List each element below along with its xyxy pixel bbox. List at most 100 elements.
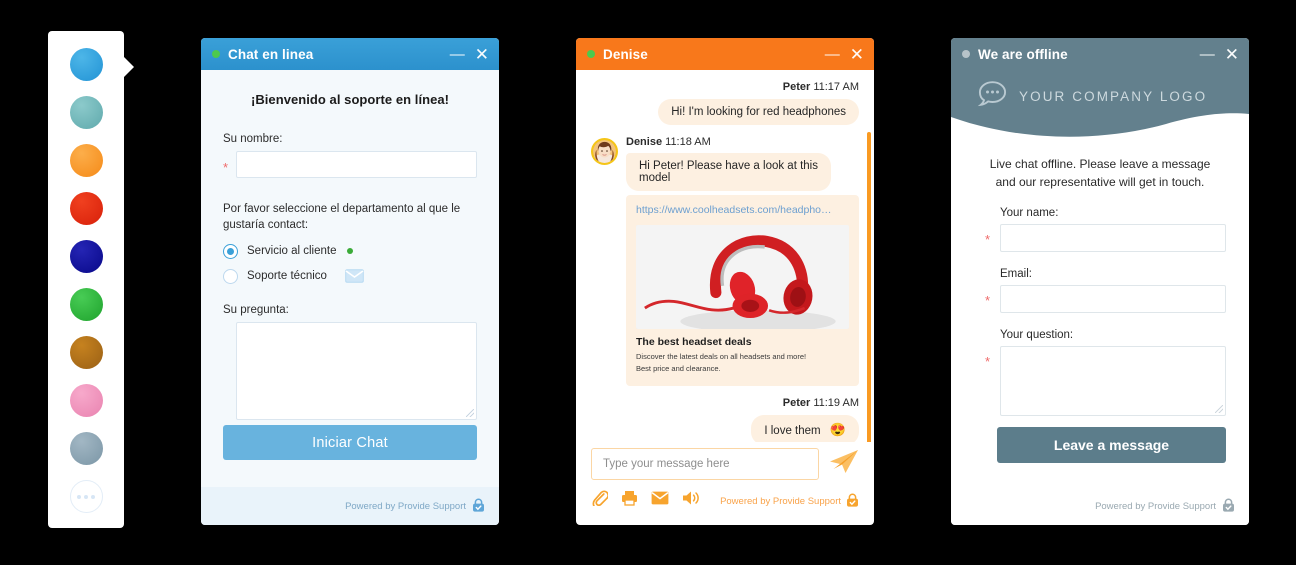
message-bubble: I love them 😍 [751,414,859,442]
question-textarea[interactable] [1000,346,1226,416]
send-paper-plane-icon[interactable] [829,449,859,480]
radio-button[interactable] [223,268,238,284]
prechat-body: ¡Bienvenido al soporte en línea! Su nomb… [201,70,499,487]
question-label: Your question: [1000,329,1074,341]
offline-intro-line2: and our representative will get in touch… [995,175,1205,189]
swatch-brown[interactable] [69,336,103,369]
dot-icon [84,494,88,499]
dot-icon [77,494,81,499]
radio-button-selected[interactable] [223,243,238,259]
message-meta: Denise 11:18 AM [626,136,859,148]
minimize-button[interactable]: — [450,47,465,62]
name-input[interactable] [236,151,477,178]
red-headphones-photo [636,225,849,329]
name-label: Your name: [1000,207,1059,219]
message-row: Peter 11:17 AM Hi! I'm looking for red h… [591,81,859,125]
department-label: Servicio al cliente [247,245,337,258]
department-prompt: Por favor seleccione el departamento al … [223,203,461,231]
message-meta: Peter 11:19 AM [591,397,859,409]
message-row: Denise 11:18 AM Hi Peter! Please have a … [591,136,859,386]
department-option-technical-support[interactable]: Soporte técnico [223,268,477,284]
email-input[interactable] [1000,285,1226,313]
name-label: Su nombre: [223,133,283,145]
swatch-pink[interactable] [69,384,103,417]
question-label: Su pregunta: [223,303,289,316]
swatch-green[interactable] [69,288,103,321]
offline-title: We are offline [978,46,1068,62]
heart-eyes-emoji-icon: 😍 [829,421,846,437]
email-field-row: * [974,285,1226,313]
compose-row: Type your message here [591,442,859,480]
offline-hero: YOUR COMPANY LOGO [951,70,1249,137]
message-bubble: Hi! I'm looking for red headphones [658,99,859,125]
minimize-button[interactable]: — [1200,47,1215,62]
message-text: I love them [764,424,821,437]
prechat-titlebar: Chat en linea — ✕ [201,38,499,70]
message-time: 11:17 AM [813,81,859,93]
status-dot-icon [962,50,970,58]
close-button[interactable]: ✕ [850,46,864,63]
question-field-row: * [974,346,1226,416]
swatch-blue[interactable] [69,48,103,81]
message-list[interactable]: Peter 11:17 AM Hi! I'm looking for red h… [576,70,874,442]
lock-icon [1222,498,1235,515]
prechat-window: Chat en linea — ✕ ¡Bienvenido al soporte… [201,38,499,525]
company-logo-text: YOUR COMPANY LOGO [1019,89,1208,104]
color-theme-palette[interactable] [48,31,134,528]
status-dot-icon [212,50,220,58]
required-asterisk: * [985,293,991,308]
swatch-slate[interactable] [69,432,103,465]
screenshot-stage: Chat en linea — ✕ ¡Bienvenido al soporte… [0,0,1296,565]
name-field-row: * [974,224,1226,252]
livechat-titlebar: Denise — ✕ [576,38,874,70]
message-input[interactable]: Type your message here [591,448,819,480]
avatar [591,138,618,165]
link-preview-card[interactable]: https://www.coolheadsets.com/headpho… Th… [626,195,859,386]
offline-body: Live chat offline. Please leave a messag… [951,137,1249,487]
prechat-title: Chat en linea [228,46,314,62]
required-asterisk: * [985,232,991,247]
email-label: Email: [1000,268,1032,280]
mail-icon [345,269,364,284]
department-label: Soporte técnico [247,270,327,283]
question-field-row: * [223,321,477,420]
email-icon[interactable] [651,491,669,510]
wave-divider-icon [951,113,1249,137]
welcome-heading: ¡Bienvenido al soporte en línea! [250,92,450,107]
start-chat-button[interactable]: Iniciar Chat [223,425,477,460]
livechat-footer: Powered by Provide Support [720,493,859,510]
close-button[interactable]: ✕ [475,46,489,63]
swatch-red[interactable] [69,192,103,225]
leave-message-button[interactable]: Leave a message [997,427,1226,463]
more-colors-button[interactable] [69,480,103,513]
print-icon[interactable] [621,490,638,511]
swatch-teal[interactable] [69,96,103,129]
required-asterisk: * [985,354,991,369]
swatch-orange[interactable] [69,144,103,177]
message-list-scrollbar[interactable] [867,132,871,442]
question-textarea[interactable] [236,321,477,420]
message-sender: Peter [782,81,811,93]
name-input[interactable] [1000,224,1226,252]
card-description-line1: Discover the latest deals on all headset… [636,352,807,361]
close-button[interactable]: ✕ [1225,46,1239,63]
sound-icon[interactable] [682,490,701,511]
attachment-icon[interactable] [591,489,610,511]
agent-message-column: Denise 11:18 AM Hi Peter! Please have a … [626,136,859,386]
online-dot-icon [347,248,354,255]
minimize-button[interactable]: — [825,47,840,62]
offline-footer: Powered by Provide Support [951,487,1249,525]
footer-text: Powered by Provide Support [345,500,466,512]
department-option-customer-service[interactable]: Servicio al cliente [223,243,477,259]
footer-text: Powered by Provide Support [1095,500,1216,512]
offline-intro-line1: Live chat offline. Please leave a messag… [989,157,1211,171]
lock-icon [846,493,859,510]
message-time: 11:19 AM [813,396,859,409]
message-meta: Peter 11:17 AM [591,81,859,93]
card-url-link[interactable]: https://www.coolheadsets.com/headpho… [636,204,849,216]
dot-icon [91,494,95,499]
compose-area: Type your message here Powered by Provid… [576,442,874,519]
swatch-navy[interactable] [69,240,103,273]
message-time: 11:18 AM [665,136,711,148]
card-title: The best headset deals [636,336,752,348]
